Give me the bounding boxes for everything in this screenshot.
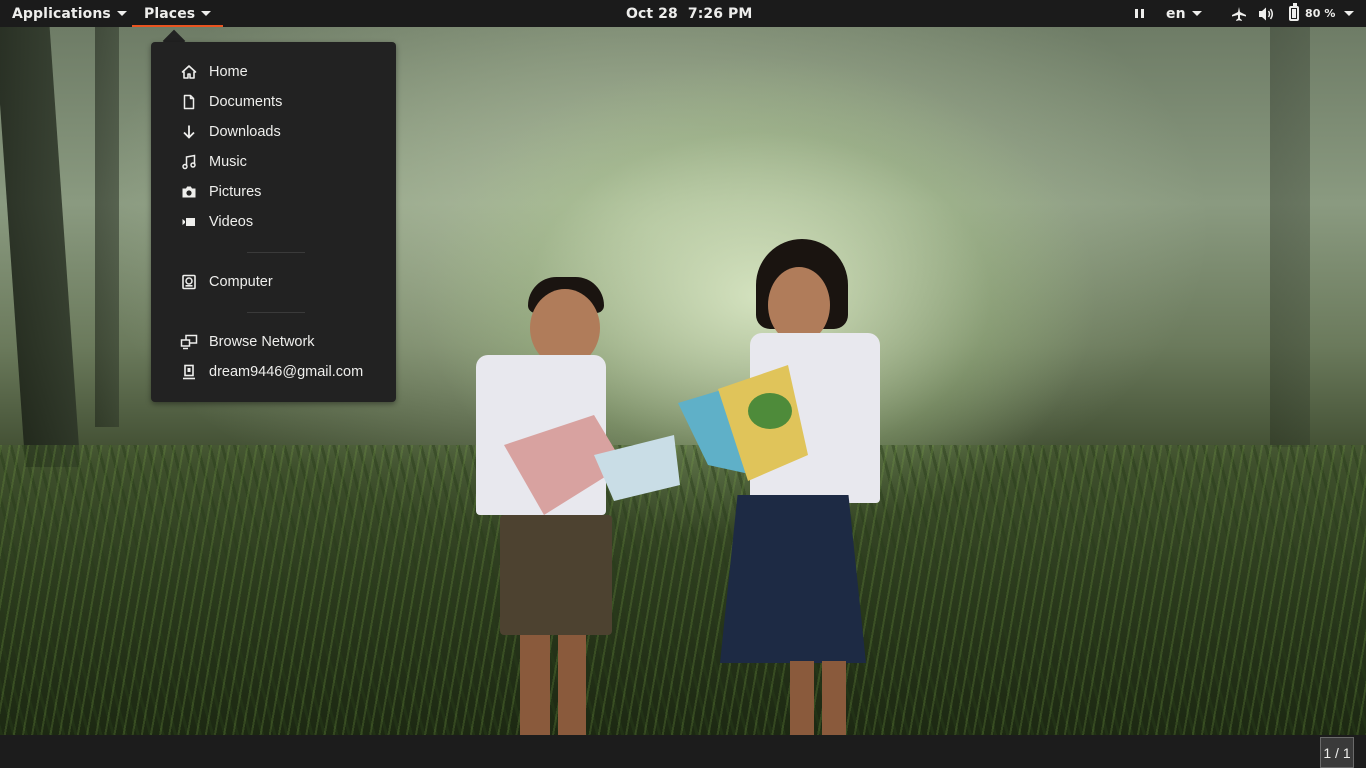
places-item-pictures[interactable]: Pictures bbox=[151, 178, 396, 206]
download-icon bbox=[179, 124, 199, 140]
places-item-downloads[interactable]: Downloads bbox=[151, 118, 396, 146]
system-menu-button[interactable] bbox=[1344, 0, 1354, 27]
computer-label: Computer bbox=[209, 274, 273, 290]
places-item-label: Documents bbox=[209, 94, 283, 110]
menu-separator bbox=[247, 312, 305, 313]
places-item-music[interactable]: Music bbox=[151, 148, 396, 176]
document-icon bbox=[179, 94, 199, 110]
places-item-computer[interactable]: Computer bbox=[151, 268, 396, 296]
workspace-indicator[interactable]: 1 / 1 bbox=[1320, 737, 1354, 768]
chevron-down-icon bbox=[1191, 11, 1202, 16]
book bbox=[678, 365, 808, 481]
media-pause-icon bbox=[1135, 9, 1144, 18]
places-item-videos[interactable]: Videos bbox=[151, 208, 396, 236]
applications-label: Applications bbox=[12, 5, 111, 22]
tree-trunk bbox=[1270, 27, 1310, 447]
places-menu-button[interactable]: Places bbox=[132, 0, 224, 27]
active-indicator bbox=[132, 25, 224, 27]
video-icon bbox=[179, 214, 199, 230]
music-icon bbox=[179, 154, 199, 170]
places-item-home[interactable]: Home bbox=[151, 58, 396, 86]
places-item-label: Downloads bbox=[209, 124, 281, 140]
chevron-down-icon bbox=[201, 11, 212, 16]
girl-figure bbox=[678, 237, 890, 735]
computer-icon bbox=[179, 274, 199, 290]
media-pause-button[interactable] bbox=[1135, 0, 1144, 27]
book bbox=[504, 415, 680, 515]
time-label: 7:26 PM bbox=[687, 5, 753, 22]
top-panel: Applications Places Oct 28 7:26 PM en 80… bbox=[0, 0, 1366, 27]
battery-icon bbox=[1289, 3, 1299, 21]
account-label: dream9446@gmail.com bbox=[209, 364, 364, 380]
boy-figure bbox=[470, 275, 680, 735]
tree-trunk bbox=[0, 27, 81, 467]
places-item-documents[interactable]: Documents bbox=[151, 88, 396, 116]
applications-menu-button[interactable]: Applications bbox=[12, 0, 127, 27]
battery-percent: 80 % bbox=[1305, 7, 1336, 20]
language-label: en bbox=[1166, 5, 1186, 22]
menu-separator bbox=[247, 252, 305, 253]
battery-indicator[interactable]: 80 % bbox=[1289, 0, 1336, 27]
places-item-account[interactable]: dream9446@gmail.com bbox=[151, 358, 396, 386]
places-item-label: Music bbox=[209, 154, 247, 170]
language-menu-button[interactable]: en bbox=[1166, 0, 1202, 27]
online-account-icon bbox=[179, 364, 199, 380]
places-item-label: Pictures bbox=[209, 184, 262, 200]
places-item-label: Home bbox=[209, 64, 248, 80]
chevron-down-icon bbox=[116, 11, 127, 16]
volume-icon[interactable] bbox=[1258, 0, 1276, 27]
chevron-down-icon bbox=[1344, 11, 1354, 16]
home-icon bbox=[179, 64, 199, 80]
tree-trunk bbox=[95, 27, 119, 427]
bottom-panel: 1 / 1 bbox=[0, 735, 1366, 768]
places-item-label: Videos bbox=[209, 214, 254, 230]
places-label: Places bbox=[144, 5, 196, 22]
camera-icon bbox=[179, 184, 199, 200]
places-menu: Home Documents Downloads Music Pictures … bbox=[151, 42, 396, 402]
airplane-mode-icon[interactable] bbox=[1231, 0, 1247, 27]
places-item-browse-network[interactable]: Browse Network bbox=[151, 328, 396, 356]
clock-button[interactable]: Oct 28 7:26 PM bbox=[626, 0, 752, 27]
network-icon bbox=[179, 334, 199, 350]
browse-network-label: Browse Network bbox=[209, 334, 315, 350]
date-label: Oct 28 bbox=[626, 5, 678, 22]
